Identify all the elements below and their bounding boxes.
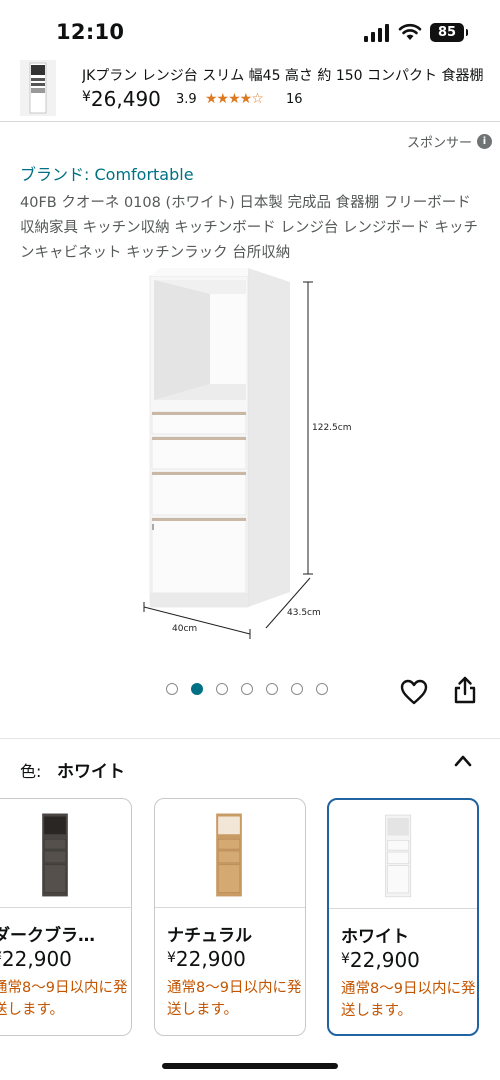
info-icon[interactable]: i: [477, 134, 492, 149]
variant-price: ¥22,900: [0, 947, 72, 971]
carousel-dot[interactable]: [266, 683, 278, 695]
brand-link[interactable]: ブランド: Comfortable: [20, 161, 194, 185]
carousel-dot[interactable]: [241, 683, 253, 695]
battery-icon: 85: [430, 23, 468, 42]
height-dimension-label: 122.5cm: [312, 423, 352, 433]
review-count[interactable]: 16: [286, 92, 303, 107]
cellular-signal-icon: [364, 24, 389, 42]
currency-symbol: ¥: [341, 951, 350, 967]
currency-symbol: ¥: [167, 950, 176, 966]
sticky-product-title: JKプラン レンジ台 スリム 幅45 高さ 約 150 コンパクト 食器棚: [82, 68, 484, 84]
home-indicator[interactable]: [162, 1063, 338, 1069]
status-bar: 12:10 85: [0, 0, 500, 56]
chevron-up-icon[interactable]: [454, 754, 472, 768]
carousel-dot[interactable]: [216, 683, 228, 695]
variant-price: ¥22,900: [341, 948, 420, 972]
currency-symbol: ¥: [82, 89, 91, 105]
variant-thumbnail: [42, 813, 68, 897]
variant-name: ダークブラ…: [0, 926, 95, 946]
heart-icon[interactable]: [400, 679, 428, 705]
product-title[interactable]: 40FB クオーネ 0108 (ホワイト) 日本製 完成品 食器棚 フリーボード…: [20, 191, 485, 266]
variant-shipping: 通常8～9日以内に発送します。: [167, 980, 302, 1018]
card-divider: [0, 907, 131, 908]
carousel-dot[interactable]: [291, 683, 303, 695]
color-label: 色:: [20, 762, 42, 781]
variant-name: ナチュラル: [167, 926, 252, 946]
color-option-white[interactable]: ホワイト ¥22,900 通常8～9日以内に発送します。: [327, 798, 479, 1036]
color-option-dark-brown[interactable]: ダークブラ… ¥22,900 通常8～9日以内に発送します。: [0, 798, 132, 1036]
price-value: 26,490: [90, 87, 161, 111]
section-divider: [0, 738, 500, 739]
star-rating-icon[interactable]: ★★★★☆: [205, 91, 264, 107]
variant-name: ホワイト: [341, 927, 409, 947]
sticky-price: ¥26,490: [82, 87, 161, 111]
width-dimension-label: 40cm: [172, 624, 198, 634]
price-value: 22,900: [349, 948, 420, 972]
variant-price: ¥22,900: [167, 947, 246, 971]
price-value: 22,900: [1, 947, 72, 971]
sponsored-label[interactable]: スポンサー i: [407, 132, 492, 151]
cabinet-illustration: [143, 268, 313, 639]
wifi-icon: [398, 23, 422, 40]
rating-value: 3.9: [176, 92, 197, 107]
share-icon[interactable]: [452, 675, 478, 705]
carousel-dot-active[interactable]: [191, 683, 203, 695]
carousel-dot[interactable]: [166, 683, 178, 695]
variant-shipping: 通常8～9日以内に発送します。: [341, 981, 476, 1019]
product-thumbnail: [20, 60, 56, 116]
product-image[interactable]: 122.5cm 40cm 43.5cm: [130, 262, 380, 652]
color-option-natural[interactable]: ナチュラル ¥22,900 通常8～9日以内に発送します。: [154, 798, 306, 1036]
variant-thumbnail: [216, 813, 242, 897]
variant-shipping: 通常8～9日以内に発送します。: [0, 980, 128, 1018]
price-value: 22,900: [175, 947, 246, 971]
depth-dimension-label: 43.5cm: [287, 608, 321, 618]
variant-thumbnail: [385, 814, 412, 898]
status-time: 12:10: [56, 20, 125, 44]
sticky-product-header[interactable]: JKプラン レンジ台 スリム 幅45 高さ 約 150 コンパクト 食器棚 ¥2…: [0, 56, 500, 122]
carousel-dot[interactable]: [316, 683, 328, 695]
card-divider: [329, 908, 477, 909]
selected-color: ホワイト: [57, 762, 125, 782]
card-divider: [155, 907, 305, 908]
image-carousel-dots: [166, 683, 328, 695]
sponsor-text: スポンサー: [406, 136, 472, 151]
